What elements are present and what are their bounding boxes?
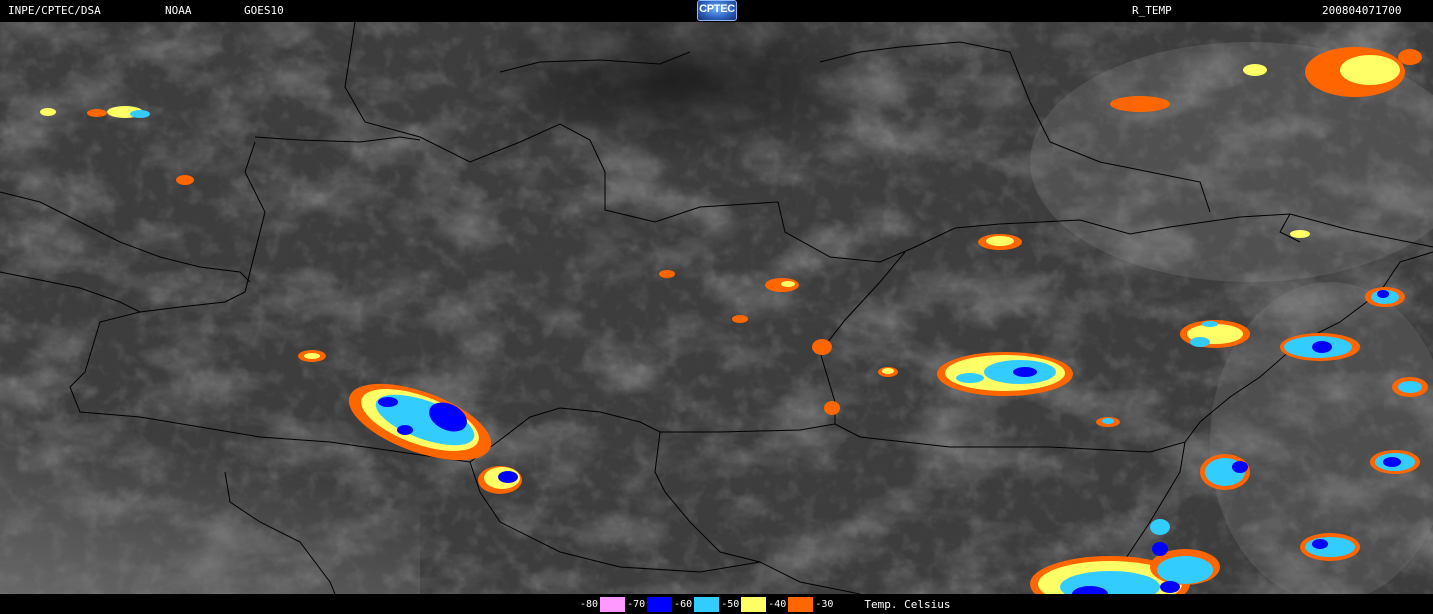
legend-swatch: [741, 597, 767, 612]
legend-value: -70: [625, 597, 648, 612]
product-label: R_TEMP: [1132, 4, 1172, 17]
satellite-label: GOES10: [244, 4, 284, 17]
legend-item: -30: [813, 597, 861, 612]
legend-value: -80: [578, 597, 601, 612]
legend-item: -70: [625, 597, 673, 612]
legend-swatch: [788, 597, 814, 612]
legend-item: -60: [672, 597, 720, 612]
legend-swatch: [600, 597, 626, 612]
legend-value: -60: [672, 597, 695, 612]
agency-label: NOAA: [165, 4, 192, 17]
legend-item: -50: [719, 597, 767, 612]
cptec-logo: CPTEC: [697, 0, 737, 21]
legend-swatch: [835, 597, 861, 612]
legend-value: -30: [813, 597, 836, 612]
institution-label: INPE/CPTEC/DSA: [8, 4, 101, 17]
legend-item: -40: [766, 597, 814, 612]
temperature-legend: -80 -70 -60 -50 -40 -30 Temp. Celsius: [578, 597, 950, 612]
header-bar: INPE/CPTEC/DSA NOAA GOES10 CPTEC R_TEMP …: [0, 0, 1433, 22]
legend-item: -80: [578, 597, 626, 612]
legend-value: -40: [766, 597, 789, 612]
legend-swatch: [694, 597, 720, 612]
satellite-image: [0, 22, 1433, 594]
timestamp-label: 200804071700: [1322, 4, 1402, 17]
legend-unit: Temp. Celsius: [864, 598, 951, 611]
legend-swatch: [647, 597, 673, 612]
legend-value: -50: [719, 597, 742, 612]
